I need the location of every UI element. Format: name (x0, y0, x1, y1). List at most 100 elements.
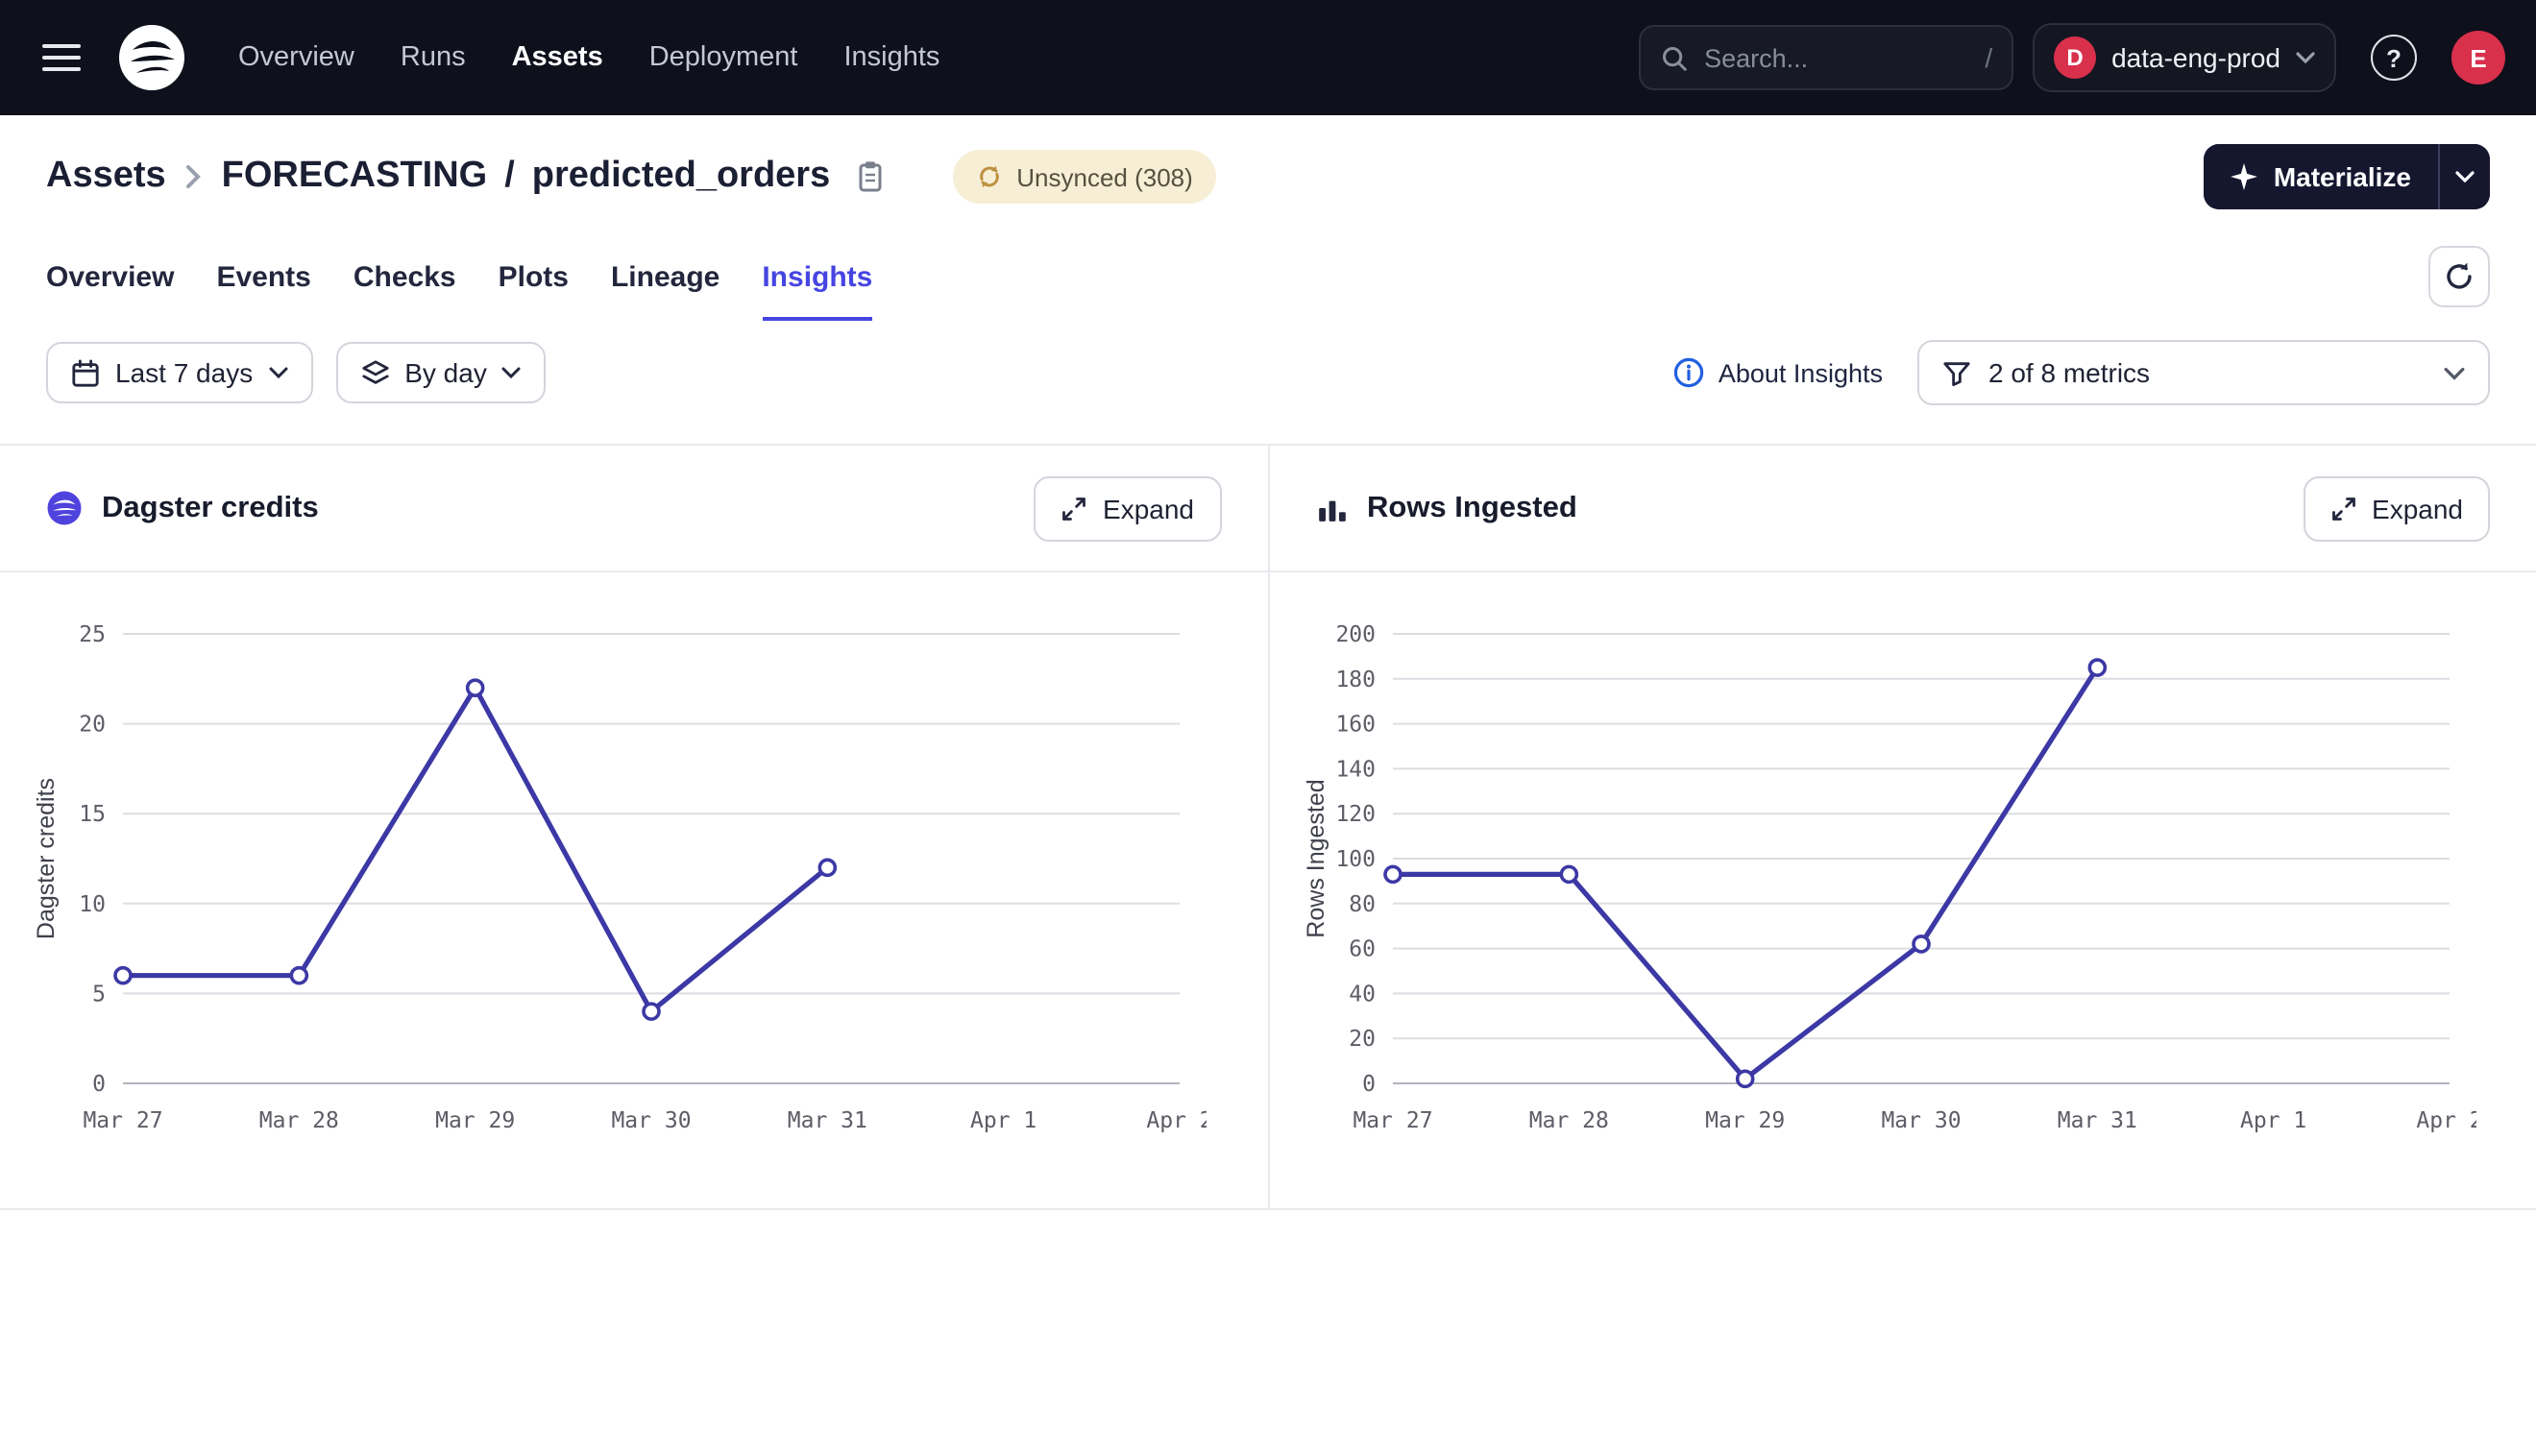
filter-right-group: About Insights 2 of 8 metrics (1674, 340, 2490, 405)
tab-insights[interactable]: Insights (762, 231, 872, 321)
svg-text:Mar 30: Mar 30 (611, 1108, 691, 1133)
tab-lineage[interactable]: Lineage (611, 231, 719, 321)
about-insights-label: About Insights (1719, 358, 1883, 387)
about-insights-link[interactable]: About Insights (1674, 357, 1883, 388)
tab-overview[interactable]: Overview (46, 231, 174, 321)
granularity-label: By day (404, 357, 487, 388)
help-icon[interactable]: ? (2371, 35, 2417, 81)
dagster-logo-icon[interactable] (115, 21, 188, 94)
svg-text:15: 15 (79, 802, 106, 827)
materialize-dropdown-button[interactable] (2438, 144, 2490, 209)
svg-text:Mar 31: Mar 31 (788, 1108, 867, 1133)
svg-text:100: 100 (1334, 847, 1375, 872)
svg-text:25: 25 (79, 622, 106, 647)
asset-group-name: FORECASTING (222, 156, 488, 198)
svg-text:Apr 2: Apr 2 (2415, 1108, 2475, 1133)
chart-title: Rows Ingested (1367, 491, 1577, 525)
deployment-avatar: D (2054, 36, 2096, 79)
funnel-icon (1942, 358, 1971, 387)
chart-panel-rows-ingested: Rows Ingested Expand 0204060801001201401… (1269, 446, 2536, 1208)
svg-text:200: 200 (1334, 622, 1375, 647)
status-badge-label: Unsynced (308) (1016, 162, 1193, 191)
svg-text:20: 20 (1348, 1027, 1375, 1052)
nav-item-deployment[interactable]: Deployment (649, 42, 798, 73)
expand-button[interactable]: Expand (1034, 475, 1221, 541)
svg-text:120: 120 (1334, 802, 1375, 827)
svg-text:Mar 29: Mar 29 (1704, 1108, 1784, 1133)
svg-text:Mar 28: Mar 28 (1528, 1108, 1608, 1133)
svg-text:140: 140 (1334, 757, 1375, 782)
nav-item-overview[interactable]: Overview (238, 42, 354, 73)
top-nav: Overview Runs Assets Deployment Insights… (0, 0, 2536, 115)
materialize-split-button: Materialize (2205, 144, 2490, 209)
insights-filter-bar: Last 7 days By day About Insights 2 of 8… (0, 321, 2536, 444)
svg-text:Apr 2: Apr 2 (1146, 1108, 1207, 1133)
chart-panel-header: Rows Ingested Expand (1269, 446, 2536, 572)
svg-text:Dagster credits: Dagster credits (33, 778, 60, 939)
layers-icon (360, 358, 389, 387)
date-range-dropdown[interactable]: Last 7 days (46, 342, 312, 403)
bar-chart-icon (1315, 492, 1348, 524)
svg-text:Apr 1: Apr 1 (2239, 1108, 2305, 1133)
chevron-down-icon (2296, 52, 2315, 63)
svg-text:5: 5 (92, 982, 106, 1007)
chart-title: Dagster credits (102, 491, 319, 525)
tab-plots[interactable]: Plots (499, 231, 569, 321)
breadcrumb: Assets FORECASTING / predicted_orders Un… (46, 150, 1216, 204)
expand-icon (1061, 495, 1087, 522)
expand-button[interactable]: Expand (2303, 475, 2490, 541)
chevron-down-icon (2444, 366, 2465, 379)
hamburger-menu-icon[interactable] (31, 25, 96, 90)
date-range-label: Last 7 days (115, 357, 253, 388)
status-badge[interactable]: Unsynced (308) (953, 150, 1216, 204)
insights-charts: Dagster credits Expand 0 5 10 15 20 25 Mar 27 M… (0, 444, 2536, 1210)
user-avatar[interactable]: E (2451, 31, 2505, 85)
tab-checks[interactable]: Checks (354, 231, 456, 321)
svg-text:Mar 27: Mar 27 (1352, 1108, 1431, 1133)
svg-text:Mar 31: Mar 31 (2057, 1108, 2136, 1133)
svg-text:Rows Ingested: Rows Ingested (1302, 779, 1329, 937)
svg-text:Mar 28: Mar 28 (259, 1108, 339, 1133)
copy-icon[interactable] (855, 159, 886, 194)
svg-text:Mar 29: Mar 29 (435, 1108, 515, 1133)
materialize-label: Materialize (2274, 161, 2411, 192)
refresh-button[interactable] (2428, 245, 2490, 306)
metrics-select-label: 2 of 8 metrics (1988, 357, 2150, 388)
materialize-button[interactable]: Materialize (2205, 144, 2438, 209)
granularity-dropdown[interactable]: By day (335, 342, 547, 403)
svg-text:10: 10 (79, 892, 106, 917)
svg-text:Mar 27: Mar 27 (83, 1108, 162, 1133)
deployment-name: data-eng-prod (2111, 42, 2280, 73)
svg-text:180: 180 (1334, 667, 1375, 692)
svg-text:0: 0 (1361, 1072, 1375, 1097)
chevron-down-icon (502, 367, 522, 378)
nav-item-runs[interactable]: Runs (401, 42, 466, 73)
nav-item-insights[interactable]: Insights (843, 42, 939, 73)
nav-item-assets[interactable]: Assets (512, 42, 603, 73)
dagster-app: Overview Runs Assets Deployment Insights… (0, 0, 2536, 1456)
chart-area: 020406080100120140160180200Mar 27Mar 28M… (1269, 572, 2536, 1208)
dagster-credits-icon (46, 490, 83, 526)
sync-icon (976, 163, 1003, 190)
chevron-down-icon (268, 367, 287, 378)
search-input[interactable] (1704, 43, 1969, 72)
breadcrumb-assets-link[interactable]: Assets (46, 156, 166, 198)
chart-area: 0510152025Mar 27Mar 28Mar 29Mar 30Mar 31… (0, 572, 1267, 1208)
svg-text:40: 40 (1348, 982, 1375, 1007)
deployment-selector[interactable]: D data-eng-prod (2033, 23, 2336, 92)
tab-events[interactable]: Events (216, 231, 310, 321)
metrics-filter-select[interactable]: 2 of 8 metrics (1917, 340, 2490, 405)
nav-links: Overview Runs Assets Deployment Insights (238, 42, 939, 73)
expand-label: Expand (1103, 493, 1194, 523)
expand-icon (2329, 495, 2356, 522)
info-icon (1674, 357, 1705, 388)
svg-text:Mar 30: Mar 30 (1880, 1108, 1960, 1133)
asset-tabs: Overview Events Checks Plots Lineage Ins… (0, 231, 2536, 321)
chart-panel-header: Dagster credits Expand (0, 446, 1267, 572)
search-shortcut-hint: / (1985, 42, 1992, 73)
sparkle-icon (2231, 163, 2258, 190)
svg-text:0: 0 (92, 1072, 106, 1097)
page-header: Assets FORECASTING / predicted_orders Un… (0, 115, 2536, 231)
svg-text:60: 60 (1348, 937, 1375, 962)
search-box[interactable]: / (1639, 25, 2013, 90)
